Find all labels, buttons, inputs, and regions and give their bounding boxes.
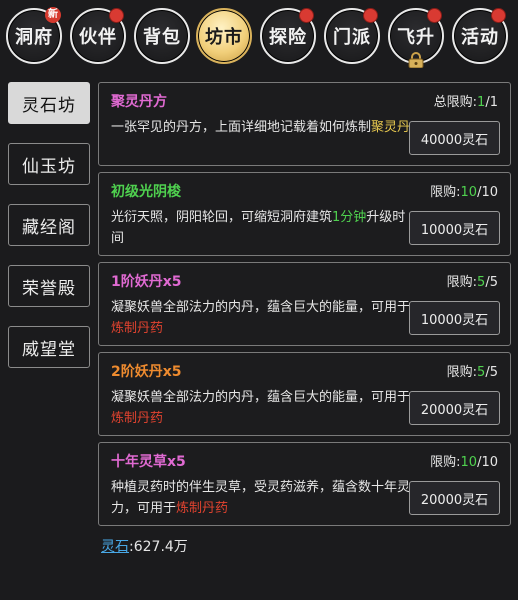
- buy-button[interactable]: 10000灵石: [409, 211, 500, 245]
- shop-item-card: 1阶妖丹x5 限购:5/5 凝聚妖兽全部法力的内丹，蕴含巨大的能量，可用于炼制丹…: [98, 262, 511, 346]
- buy-button[interactable]: 20000灵石: [409, 481, 500, 515]
- item-description: 凝聚妖兽全部法力的内丹，蕴含巨大的能量，可用于炼制丹药: [111, 297, 411, 339]
- item-description: 凝聚妖兽全部法力的内丹，蕴含巨大的能量，可用于炼制丹药: [111, 387, 411, 429]
- tab-label: 坊市: [205, 27, 243, 48]
- item-name: 初级光阴梭: [111, 184, 181, 200]
- limit-label: 限购:: [446, 365, 478, 380]
- buy-button[interactable]: 20000灵石: [409, 391, 500, 425]
- currency-label-link[interactable]: 灵石: [101, 539, 129, 555]
- sidebar-item-cangjingge[interactable]: 藏经阁: [8, 204, 90, 246]
- desc-highlight: 炼制丹药: [111, 411, 164, 426]
- limit-label: 限购:: [446, 275, 478, 290]
- item-name: 1阶妖丹x5: [111, 274, 182, 290]
- limit-label: 限购:: [430, 185, 461, 200]
- purchase-limit: 总限购:1/1: [434, 91, 498, 110]
- item-name: 十年灵草x5: [111, 454, 186, 470]
- purchase-limit: 限购:10/10: [430, 181, 498, 200]
- item-name: 2阶妖丹x5: [111, 364, 182, 380]
- tab-label: 洞府: [15, 27, 53, 48]
- item-description: 光衍天照，阴阳轮回，可缩短洞府建筑1分钟升级时间: [111, 207, 411, 249]
- desc-text: 一张罕见的丹方，上面详细地记载着如何炼制: [111, 120, 372, 135]
- sidebar-item-lingshifang[interactable]: 灵石坊: [8, 82, 90, 124]
- new-badge: 新: [45, 7, 61, 23]
- lock-icon: [408, 52, 424, 68]
- notification-dot: [491, 8, 506, 23]
- tab-label: 活动: [461, 27, 499, 48]
- limit-max: 10: [481, 185, 498, 200]
- shop-item-card: 十年灵草x5 限购:10/10 种植灵药时的伴生灵草，受灵药滋养，蕴含数十年灵力…: [98, 442, 511, 526]
- tab-tanxian[interactable]: 探险: [260, 8, 316, 64]
- currency-balance: 灵石:627.4万: [101, 536, 188, 556]
- desc-highlight: 聚灵丹: [371, 120, 411, 135]
- tab-huodong[interactable]: 活动: [452, 8, 508, 64]
- tab-huoban[interactable]: 伙伴: [70, 8, 126, 64]
- tab-label: 背包: [143, 27, 181, 48]
- sidebar-item-rongyudian[interactable]: 荣誉殿: [8, 265, 90, 307]
- tab-fangshi[interactable]: 坊市: [196, 8, 252, 64]
- top-nav: 洞府 新 伙伴 背包 坊市 探险 门派 飞升 活动: [0, 0, 518, 74]
- desc-text: 种植灵药时的伴生灵草，受灵药滋养，蕴含数十年灵力，可用于: [111, 480, 411, 516]
- desc-text: 凝聚妖兽全部法力的内丹，蕴含巨大的能量，可用于: [111, 300, 411, 315]
- notification-dot: [427, 8, 442, 23]
- item-name: 聚灵丹方: [111, 94, 167, 110]
- buy-button[interactable]: 10000灵石: [409, 301, 500, 335]
- limit-max: 5: [489, 365, 498, 380]
- tab-label: 飞升: [397, 27, 435, 48]
- tab-label: 门派: [333, 27, 371, 48]
- purchase-limit: 限购:5/5: [447, 271, 498, 290]
- desc-highlight: 1分钟: [332, 210, 367, 225]
- tab-beibao[interactable]: 背包: [134, 8, 190, 64]
- limit-label: 总限购:: [433, 95, 478, 110]
- tab-menpai[interactable]: 门派: [324, 8, 380, 64]
- desc-highlight: 炼制丹药: [111, 321, 164, 336]
- limit-label: 限购:: [430, 455, 461, 470]
- tab-label: 伙伴: [79, 27, 117, 48]
- item-description: 一张罕见的丹方，上面详细地记载着如何炼制聚灵丹: [111, 117, 411, 138]
- purchase-limit: 限购:10/10: [430, 451, 498, 470]
- shop-item-card: 初级光阴梭 限购:10/10 光衍天照，阴阳轮回，可缩短洞府建筑1分钟升级时间 …: [98, 172, 511, 256]
- shop-item-card: 聚灵丹方 总限购:1/1 一张罕见的丹方，上面详细地记载着如何炼制聚灵丹 400…: [98, 82, 511, 166]
- limit-max: 5: [489, 275, 498, 290]
- shop-item-card: 2阶妖丹x5 限购:5/5 凝聚妖兽全部法力的内丹，蕴含巨大的能量，可用于炼制丹…: [98, 352, 511, 436]
- limit-max: 10: [481, 455, 498, 470]
- desc-text: 光衍天照，阴阳轮回，可缩短洞府建筑: [111, 210, 333, 225]
- limit-current: 10: [460, 455, 478, 470]
- tab-feisheng[interactable]: 飞升: [388, 8, 444, 68]
- notification-dot: [363, 8, 378, 23]
- item-description: 种植灵药时的伴生灵草，受灵药滋养，蕴含数十年灵力，可用于炼制丹药: [111, 477, 411, 519]
- desc-highlight: 炼制丹药: [176, 501, 229, 516]
- currency-amount: 627.4万: [133, 539, 188, 555]
- tab-label: 探险: [269, 27, 307, 48]
- tab-dongfu[interactable]: 洞府 新: [6, 7, 62, 64]
- desc-text: 凝聚妖兽全部法力的内丹，蕴含巨大的能量，可用于: [111, 390, 411, 405]
- limit-current: 10: [460, 185, 478, 200]
- sidebar-item-xianyufang[interactable]: 仙玉坊: [8, 143, 90, 185]
- limit-max: 1: [489, 95, 498, 110]
- sidebar-item-weiwangtang[interactable]: 威望堂: [8, 326, 90, 368]
- purchase-limit: 限购:5/5: [447, 361, 498, 380]
- notification-dot: [109, 8, 124, 23]
- notification-dot: [299, 8, 314, 23]
- buy-button[interactable]: 40000灵石: [409, 121, 500, 155]
